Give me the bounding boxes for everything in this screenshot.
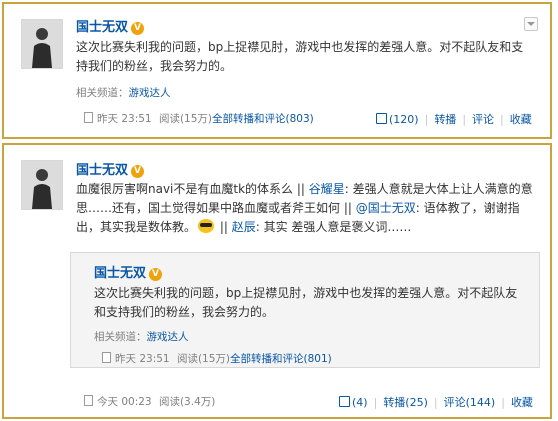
chevron-down-icon[interactable] (524, 17, 538, 31)
like-button[interactable]: (120) (376, 113, 419, 126)
verified-badge-icon: V (149, 268, 163, 281)
document-icon (102, 352, 111, 363)
document-icon (84, 395, 93, 406)
timestamp[interactable]: 昨天 23:51 (115, 353, 170, 365)
favorite-button[interactable]: 收藏 (511, 396, 533, 409)
post-text: 血魔很厉害啊navi不是有血魔tk的体系么 || 谷耀星: 差强人意就是大体上让… (76, 182, 533, 234)
thumb-up-icon (339, 396, 350, 407)
like-button[interactable]: (4) (339, 396, 368, 409)
comment-button[interactable]: 评论(144) (444, 396, 496, 409)
verified-badge-icon: V (131, 165, 145, 178)
repost-button[interactable]: 转播(25) (383, 396, 428, 409)
post-meta: 今天 00:23 阅读(3.4万) (84, 394, 215, 409)
author-name[interactable]: 国士无双 V (76, 16, 145, 35)
mention-link[interactable]: @国士无双 (356, 201, 416, 215)
thumb-up-icon (376, 113, 387, 124)
channel-link[interactable]: 游戏达人 (129, 87, 171, 99)
verified-badge-icon: V (131, 22, 145, 35)
post-text: 这次比赛失利我的问题，bp上捉襟见肘，游戏中也发挥的差强人意。对不起队友和支持我… (76, 40, 524, 73)
read-count: 阅读(15万) (158, 113, 213, 125)
mention-link[interactable]: 赵辰 (232, 220, 256, 234)
mention-link[interactable]: 谷耀星 (309, 182, 345, 196)
comment-button[interactable]: 评论 (472, 113, 494, 126)
quoted-text: 这次比赛失利我的问题，bp上捉襟见肘，游戏中也发挥的差强人意。对不起队友和支持我… (94, 286, 518, 319)
channel-link[interactable]: 游戏达人 (147, 331, 189, 343)
post-card-1: 国士无双 V 这次比赛失利我的问题，bp上捉襟见肘，游戏中也发挥的差强人意。对不起… (2, 2, 552, 139)
quoted-author-name[interactable]: 国士无双 V (94, 262, 163, 281)
author-name[interactable]: 国士无双 V (76, 159, 145, 178)
channel-row: 相关频道：游戏达人 (76, 87, 171, 99)
avatar[interactable] (21, 160, 63, 210)
repost-button[interactable]: 转播 (434, 113, 456, 126)
quoted-meta: 昨天 23:51 阅读(15万)全部转播和评论(801) (102, 351, 332, 366)
action-bar: (4) | 转播(25) | 评论(144) | 收藏 (339, 394, 533, 410)
post-meta: 昨天 23:51 阅读(15万)全部转播和评论(803) (84, 111, 314, 126)
channel-row: 相关频道：游戏达人 (94, 331, 189, 343)
timestamp[interactable]: 昨天 23:51 (97, 113, 152, 125)
read-count: 阅读(15万) (176, 353, 231, 365)
all-reposts-link[interactable]: 全部转播和评论(803) (212, 113, 314, 125)
all-reposts-link[interactable]: 全部转播和评论(801) (230, 353, 332, 365)
quoted-post: 国士无双 V 这次比赛失利我的问题，bp上捉襟见肘，游戏中也发挥的差强人意。对不起… (70, 252, 540, 368)
timestamp[interactable]: 今天 00:23 (97, 396, 152, 408)
cool-emoji-icon (198, 219, 215, 233)
favorite-button[interactable]: 收藏 (510, 113, 532, 126)
read-count: 阅读(3.4万) (158, 396, 216, 408)
document-icon (84, 112, 93, 123)
avatar[interactable] (21, 19, 63, 69)
post-card-2: 国士无双 V 血魔很厉害啊navi不是有血魔tk的体系么 || 谷耀星: 差强人意… (2, 143, 552, 419)
action-bar: (120) | 转播 | 评论 | 收藏 (376, 111, 532, 127)
